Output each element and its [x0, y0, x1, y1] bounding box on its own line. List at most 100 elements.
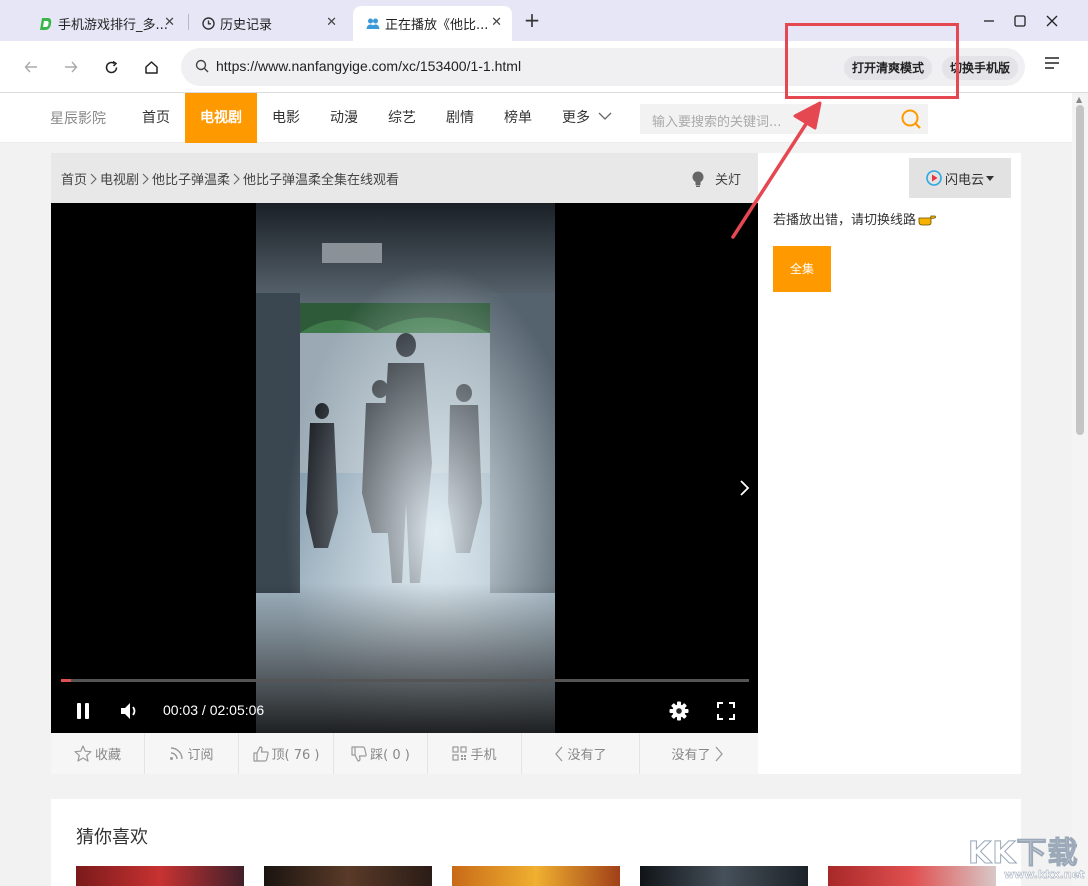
bulb-icon [691, 171, 705, 187]
pause-icon[interactable] [73, 701, 93, 721]
users-icon [365, 16, 381, 32]
recommendation-thumbnail[interactable] [76, 866, 244, 886]
mobile-label: 手机 [470, 748, 497, 763]
recommendations-title: 猜你喜欢 [76, 827, 148, 848]
seek-bar[interactable] [61, 679, 749, 682]
menu-icon[interactable] [1044, 56, 1060, 70]
action-bar: 收藏 订阅 顶( 76 ) 踩( 0 ) 手机 没有了 没有了 [51, 733, 758, 774]
site-logo[interactable]: 星辰影院 [50, 108, 106, 128]
close-window-icon[interactable] [1037, 8, 1067, 34]
subscribe-label: 订阅 [187, 748, 214, 763]
play-circle-icon [926, 170, 942, 186]
scroll-up-icon[interactable]: ▲ [1076, 95, 1082, 104]
favorite-button[interactable]: 收藏 [51, 733, 145, 774]
mobile-qr-button[interactable]: 手机 [428, 733, 522, 774]
close-tab-icon[interactable]: ✕ [164, 15, 175, 30]
reload-icon[interactable] [98, 54, 124, 80]
tab-label: 手机游戏排行_多... [58, 18, 168, 33]
previous-episode-button[interactable]: 没有了 [522, 733, 640, 774]
breadcrumb: 首页 电视剧 他比子弹温柔 他比子弹温柔全集在线观看 [61, 169, 399, 188]
nav-ranking[interactable]: 榜单 [492, 93, 544, 143]
search-button-icon[interactable] [900, 108, 922, 130]
search-input[interactable]: 输入要搜索的关键词... [652, 111, 781, 130]
back-icon[interactable] [18, 54, 44, 80]
next-episode-button[interactable]: 没有了 [640, 733, 758, 774]
recommendations-section: 猜你喜欢 [51, 799, 1021, 886]
tab-label: 历史记录 [220, 18, 273, 33]
fullscreen-icon[interactable] [715, 700, 737, 722]
video-player[interactable]: 00:03 / 02:05:06 [51, 203, 758, 733]
chevron-right-icon [714, 746, 727, 762]
dislike-count: 踩( 0 ) [370, 748, 410, 763]
rss-icon [169, 746, 187, 761]
watermark-main: KK下载 [968, 836, 1079, 872]
nav-home[interactable]: 首页 [130, 93, 182, 143]
nav-tv[interactable]: 电视剧 [185, 93, 257, 143]
time-display: 00:03 / 02:05:06 [163, 702, 265, 718]
chevron-right-icon [233, 173, 240, 185]
line-select-label: 闪电云 [944, 172, 984, 188]
nav-drama[interactable]: 剧情 [434, 93, 486, 143]
lights-off-button[interactable]: 关灯 [691, 169, 741, 188]
watermark-sub: www.kkx.net [1004, 868, 1085, 882]
site-search: 输入要搜索的关键词... [640, 104, 928, 134]
favorite-label: 收藏 [94, 748, 121, 763]
annotation-highlight-box [785, 23, 959, 99]
subscribe-button[interactable]: 订阅 [145, 733, 239, 774]
breadcrumb-bar: 首页 电视剧 他比子弹温柔 他比子弹温柔全集在线观看 关灯 [51, 153, 758, 203]
tab-mobile-games[interactable]: 手机游戏排行_多... ✕ [30, 6, 185, 41]
recommendation-thumbnail[interactable] [264, 866, 432, 886]
close-tab-icon[interactable]: ✕ [491, 15, 502, 30]
page-scrollbar[interactable]: ▲ [1072, 93, 1088, 886]
scrollbar-thumb[interactable] [1076, 105, 1084, 435]
chevron-left-icon [554, 746, 567, 762]
caret-down-icon [986, 175, 994, 181]
episode-side-panel: 闪电云 若播放出错，请切换线路 全集 [758, 153, 1021, 774]
tab-history[interactable]: 历史记录 ✕ [192, 6, 347, 41]
nav-anime[interactable]: 动漫 [318, 93, 370, 143]
maximize-icon[interactable] [1005, 8, 1035, 34]
nav-more[interactable]: 更多 [553, 93, 619, 143]
pointing-hand-icon [918, 212, 936, 226]
chevron-right-icon [142, 173, 149, 185]
previous-label: 没有了 [567, 748, 607, 763]
breadcrumb-current: 他比子弹温柔全集在线观看 [243, 173, 400, 188]
next-label: 没有了 [671, 748, 711, 763]
tab-label: 正在播放《他比... [385, 18, 489, 33]
thumbs-up-icon [252, 745, 272, 762]
lights-off-label: 关灯 [715, 173, 742, 188]
site-navigation: 星辰影院 首页 电视剧 电影 动漫 综艺 剧情 榜单 更多 输入要搜索的关键词.… [0, 93, 1072, 143]
line-select-dropdown[interactable]: 闪电云 [909, 158, 1011, 198]
watermark: KK下载 www.kkx.net [968, 828, 1086, 884]
video-frame [256, 203, 555, 733]
thumbs-down-icon [351, 745, 370, 762]
search-icon [195, 59, 209, 73]
recommendation-thumbnail[interactable] [452, 866, 620, 886]
url-text[interactable]: https://www.nanfangyige.com/xc/153400/1-… [216, 58, 521, 74]
dislike-button[interactable]: 踩( 0 ) [334, 733, 428, 774]
all-episodes-button[interactable]: 全集 [773, 246, 831, 292]
breadcrumb-tv[interactable]: 电视剧 [100, 169, 139, 188]
tab-now-playing[interactable]: 正在播放《他比... ✕ [353, 6, 512, 41]
breadcrumb-home[interactable]: 首页 [61, 169, 87, 188]
minimize-icon[interactable] [974, 8, 1004, 34]
breadcrumb-show[interactable]: 他比子弹温柔 [152, 169, 230, 188]
forward-icon[interactable] [58, 54, 84, 80]
star-icon [74, 745, 95, 762]
clock-icon [200, 16, 216, 32]
home-icon[interactable] [138, 54, 164, 80]
nav-more-label: 更多 [562, 110, 590, 126]
new-tab-button[interactable]: + [520, 9, 544, 33]
settings-gear-icon[interactable] [668, 700, 690, 722]
nav-variety[interactable]: 综艺 [376, 93, 428, 143]
nav-movie[interactable]: 电影 [260, 93, 312, 143]
volume-icon[interactable] [119, 701, 141, 721]
tab-divider [188, 14, 189, 30]
like-button[interactable]: 顶( 76 ) [239, 733, 334, 774]
next-episode-icon[interactable] [739, 479, 751, 497]
close-tab-icon[interactable]: ✕ [326, 15, 337, 30]
recommendation-thumbnail[interactable] [640, 866, 808, 886]
tip-text: 若播放出错，请切换线路 [773, 213, 917, 228]
qr-code-icon [452, 746, 470, 761]
playback-error-tip: 若播放出错，请切换线路 [773, 209, 936, 228]
